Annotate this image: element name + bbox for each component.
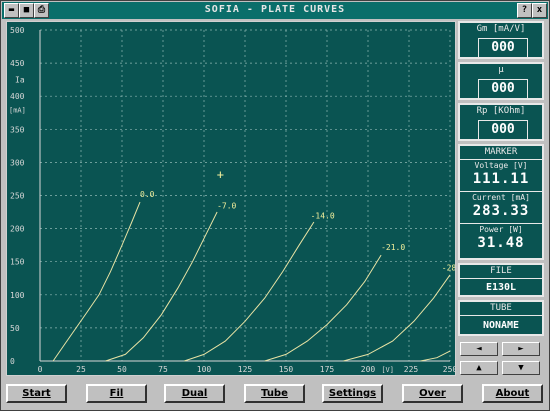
gm-label: Gm [mA/V] xyxy=(476,24,526,34)
power-value: 31.48 xyxy=(477,235,525,251)
button-bar: Start Fil Dual Tube Settings Over About xyxy=(6,384,546,406)
y-tick-label: 100 xyxy=(10,291,25,300)
rp-panel: Rp [KOhm] 000 xyxy=(458,103,544,141)
settings-button[interactable]: Settings xyxy=(322,384,383,403)
y-tick-label: 450 xyxy=(10,59,25,68)
power-label: Power [W] xyxy=(479,225,523,234)
over-button[interactable]: Over xyxy=(402,384,463,403)
side-panel: Gm [mA/V] 000 μ 000 Rp [KOhm] 000 MARKER… xyxy=(458,21,546,381)
marker-label: MARKER xyxy=(484,147,518,157)
gm-panel: Gm [mA/V] 000 xyxy=(458,21,544,59)
y-axis-label: Ia xyxy=(15,76,25,85)
current-divider xyxy=(460,223,542,224)
tube-value: NONAME xyxy=(482,320,520,331)
y-tick-label: 400 xyxy=(10,92,25,101)
x-tick-label: 225 xyxy=(404,365,419,374)
arrow-left-button[interactable]: ◄ xyxy=(460,342,498,356)
y-tick-label: 200 xyxy=(10,225,25,234)
x-tick-label: 100 xyxy=(197,365,212,374)
file-value: E130L xyxy=(485,282,517,293)
x-tick-label: 50 xyxy=(117,365,127,374)
y-tick-label: 250 xyxy=(10,192,25,201)
y-unit-label: [mA] xyxy=(9,106,26,114)
voltage-value: 111.11 xyxy=(472,171,530,187)
marker-panel: MARKER Voltage [V] 111.11 Current [mA] 2… xyxy=(458,144,544,260)
tube-divider xyxy=(460,315,542,316)
y-tick-label: 350 xyxy=(10,125,25,134)
file-panel[interactable]: FILE E130L xyxy=(458,263,544,297)
dual-button[interactable]: Dual xyxy=(164,384,225,403)
curve-label: 0.0 xyxy=(140,190,155,199)
current-value: 283.33 xyxy=(472,203,530,219)
x-tick-label: 0 xyxy=(38,365,43,374)
x-tick-label: 75 xyxy=(158,365,168,374)
voltage-label: Voltage [V] xyxy=(474,161,528,170)
arrow-right-button[interactable]: ► xyxy=(502,342,540,356)
help-button[interactable]: ? xyxy=(517,3,532,18)
cursor-marker[interactable]: + xyxy=(217,167,224,181)
x-tick-label: 175 xyxy=(320,365,335,374)
window-title: SOFIA - PLATE CURVES xyxy=(204,4,346,15)
x-tick-label: 25 xyxy=(76,365,86,374)
curve-label: -14.0 xyxy=(311,212,335,221)
title-bar: ▬ ■ ⎙ SOFIA - PLATE CURVES ? x xyxy=(2,2,548,19)
arrow-up-button[interactable]: ▲ xyxy=(460,361,498,375)
file-label: FILE xyxy=(490,266,512,276)
plate-curve xyxy=(264,254,382,362)
x-tick-label: 200 xyxy=(361,365,376,374)
mu-label: μ xyxy=(498,65,504,75)
curve-label: -21.0 xyxy=(381,243,405,252)
marker-divider xyxy=(460,159,542,160)
y-tick-label: 50 xyxy=(10,324,20,333)
rp-label: Rp [KOhm] xyxy=(476,106,526,116)
gm-value: 000 xyxy=(478,38,528,58)
voltage-divider xyxy=(460,191,542,192)
y-tick-label: 0 xyxy=(10,357,15,366)
tube-label: TUBE xyxy=(490,303,512,313)
fil-button[interactable]: Fil xyxy=(86,384,147,403)
rp-value: 000 xyxy=(478,120,528,140)
plate-curves-plot[interactable]: 0 50 100 150 200 250 300 350 400 450 500 0 25 50 75 100… xyxy=(6,21,457,376)
x-unit-label: [V] xyxy=(381,366,394,374)
plate-curve xyxy=(420,350,451,362)
mu-value: 000 xyxy=(478,79,528,99)
curve-label: -28 xyxy=(442,263,455,272)
current-label: Current [mA] xyxy=(472,193,530,202)
curve-label: -7.0 xyxy=(217,202,236,211)
about-button[interactable]: About xyxy=(482,384,543,403)
file-divider xyxy=(460,278,542,279)
main-window: ▬ ■ ⎙ SOFIA - PLATE CURVES ? x 0 50 100 150… xyxy=(0,0,550,411)
x-tick-label: 125 xyxy=(238,365,253,374)
mu-panel: μ 000 xyxy=(458,62,544,100)
arrow-down-button[interactable]: ▼ xyxy=(502,361,540,375)
plate-curve xyxy=(52,201,141,362)
y-tick-label: 500 xyxy=(10,26,25,35)
close-button[interactable]: x xyxy=(532,3,547,18)
tube-button[interactable]: Tube xyxy=(244,384,305,403)
start-button[interactable]: Start xyxy=(6,384,67,403)
y-tick-label: 300 xyxy=(10,158,25,167)
chart-svg: 0 50 100 150 200 250 300 350 400 450 500 0 25 50 75 100… xyxy=(9,26,457,374)
y-tick-label: 150 xyxy=(10,258,25,267)
x-tick-label: 150 xyxy=(279,365,294,374)
x-tick-label: 250 xyxy=(443,365,455,374)
tube-panel[interactable]: TUBE NONAME xyxy=(458,300,544,336)
